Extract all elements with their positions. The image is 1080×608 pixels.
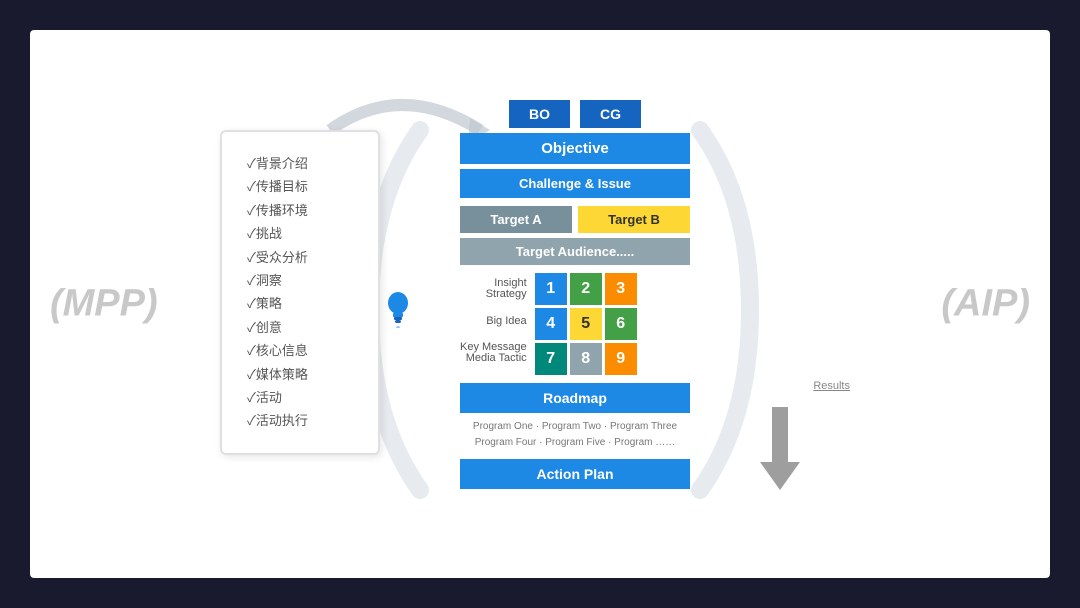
checklist-item: ✓受众分析 — [247, 246, 353, 269]
target-b-box: Target B — [578, 206, 690, 233]
results-label: Results — [813, 380, 850, 392]
lightbulb-icon — [383, 290, 413, 328]
checklist-item: ✓创意 — [247, 316, 353, 339]
cg-box: CG — [580, 100, 641, 128]
insight-label: InsightStrategy — [460, 273, 527, 305]
grid-numbers: 123 456 789 — [535, 273, 637, 375]
challenge-bar: Challenge & Issue — [460, 169, 690, 198]
action-plan-bar: Action Plan — [460, 459, 690, 489]
checklist-item: ✓活动执行 — [247, 409, 353, 432]
objective-bar: Objective — [460, 133, 690, 164]
key-message-label: Key MessageMedia Tactic — [460, 337, 527, 369]
target-a-box: Target A — [460, 206, 572, 233]
checklist-panel: ✓背景介绍✓传播目标✓传播环境✓挑战✓受众分析✓洞察✓策略✓创意✓核心信息✓媒体… — [220, 130, 380, 455]
checklist-item: ✓核心信息 — [247, 339, 353, 362]
grid-cell-3: 3 — [605, 273, 637, 305]
bo-box: BO — [509, 100, 570, 128]
target-row: Target A Target B — [460, 206, 690, 233]
target-audience-bar: Target Audience..... — [460, 238, 690, 265]
checklist-item: ✓活动 — [247, 386, 353, 409]
grid-section: InsightStrategy Big Idea Key MessageMedi… — [460, 273, 690, 375]
results-section: Results — [813, 380, 850, 396]
checklist-item: ✓洞察 — [247, 269, 353, 292]
checklist-item: ✓背景介绍 — [247, 152, 353, 175]
checklist-item: ✓传播环境 — [247, 199, 353, 222]
aip-label: (AIP) — [941, 283, 1030, 326]
programs-text: Program One · Program Two · Program Thre… — [460, 419, 690, 451]
mpp-label: (MPP) — [50, 283, 158, 326]
checklist-item: ✓传播目标 — [247, 175, 353, 198]
checklist-item: ✓策略 — [247, 292, 353, 315]
grid-cell-6: 6 — [605, 308, 637, 340]
grid-cell-8: 8 — [570, 343, 602, 375]
grid-cell-2: 2 — [570, 273, 602, 305]
grid-cell-4: 4 — [535, 308, 567, 340]
grid-cell-5: 5 — [570, 308, 602, 340]
grid-cell-7: 7 — [535, 343, 567, 375]
checklist-item: ✓挑战 — [247, 222, 353, 245]
roadmap-bar: Roadmap — [460, 383, 690, 413]
grid-cell-9: 9 — [605, 343, 637, 375]
grid-labels: InsightStrategy Big Idea Key MessageMedi… — [460, 273, 527, 369]
grid-cell-1: 1 — [535, 273, 567, 305]
center-content: BO CG Objective Challenge & Issue Target… — [460, 100, 690, 489]
checklist-items: ✓背景介绍✓传播目标✓传播环境✓挑战✓受众分析✓洞察✓策略✓创意✓核心信息✓媒体… — [247, 152, 353, 433]
bo-cg-row: BO CG — [460, 100, 690, 128]
big-idea-label: Big Idea — [460, 305, 527, 337]
checklist-item: ✓媒体策略 — [247, 363, 353, 386]
